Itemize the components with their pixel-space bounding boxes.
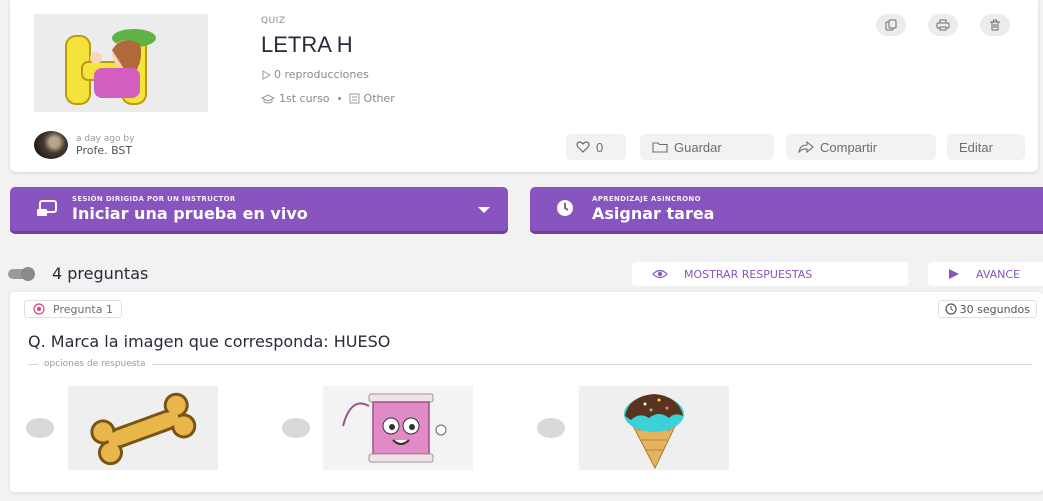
toggle-icon[interactable] <box>8 266 42 281</box>
question-card: Pregunta 1 30 segundos Q. Marca la image… <box>10 292 1043 492</box>
print-icon <box>936 19 950 31</box>
time-label: 30 segundos <box>959 302 1030 316</box>
quiz-cover-image <box>34 14 208 112</box>
share-label: Compartir <box>820 139 878 155</box>
live-session-icon <box>37 200 57 216</box>
quiz-meta: 1st curso Other <box>261 92 395 105</box>
advance-button[interactable]: AVANCE <box>928 262 1043 286</box>
option-image-ice-cream[interactable] <box>579 386 729 470</box>
async-sublabel: APRENDIZAJE ASINCRONO <box>592 195 701 203</box>
live-session-sublabel: SESIÓN DIRIGIDA POR UN INSTRUCTOR <box>72 195 236 203</box>
print-button[interactable] <box>928 14 958 36</box>
heart-icon <box>576 141 590 153</box>
plays-count-text: 0 reproducciones <box>274 68 369 81</box>
copy-button[interactable] <box>876 14 906 36</box>
like-count: 0 <box>596 139 604 155</box>
async-label: Asignar tarea <box>592 204 715 223</box>
clock-icon <box>945 303 957 315</box>
chevron-down-icon[interactable] <box>478 207 490 213</box>
meta-separator <box>337 97 341 100</box>
save-button[interactable]: Guardar <box>640 134 774 160</box>
questions-count-label: 4 preguntas <box>52 264 149 283</box>
graduation-cap-icon <box>261 93 275 103</box>
advance-label: AVANCE <box>976 267 1021 281</box>
subject-label: Other <box>363 92 395 105</box>
quiz-header-card: QUIZ LETRA H 0 reproducciones 1st curso … <box>10 0 1038 172</box>
trash-icon <box>990 19 1000 31</box>
save-label: Guardar <box>674 139 722 155</box>
option-radio-2[interactable] <box>282 418 310 438</box>
play-icon <box>949 269 959 279</box>
show-answers-button[interactable]: MOSTRAR RESPUESTAS <box>632 262 908 286</box>
author-name[interactable]: Profe. BST <box>76 144 134 157</box>
quiz-kind-label: QUIZ <box>261 16 286 26</box>
question-text: Q. Marca la imagen que corresponda: HUES… <box>28 332 391 351</box>
edit-button[interactable]: Editar <box>947 134 1025 160</box>
assign-homework-button[interactable]: APRENDIZAJE ASINCRONO Asignar tarea <box>530 187 1043 231</box>
live-session-label: Iniciar una prueba en vivo <box>72 204 308 223</box>
question-tag: Pregunta 1 <box>24 300 122 318</box>
avatar[interactable] <box>34 131 68 159</box>
plays-count: 0 reproducciones <box>261 68 369 81</box>
live-session-button[interactable]: SESIÓN DIRIGIDA POR UN INSTRUCTOR Inicia… <box>10 187 508 231</box>
like-button[interactable]: 0 <box>566 134 626 160</box>
option-radio-1[interactable] <box>26 418 54 438</box>
questions-count: 4 preguntas <box>8 264 148 283</box>
play-icon <box>262 69 271 80</box>
author-block: a day ago by Profe. BST <box>34 131 134 159</box>
target-icon <box>33 303 45 315</box>
show-answers-label: MOSTRAR RESPUESTAS <box>684 267 813 281</box>
eye-icon <box>652 269 668 279</box>
delete-button[interactable] <box>980 14 1010 36</box>
copy-icon <box>885 19 897 31</box>
folder-icon <box>652 142 668 153</box>
edit-label: Editar <box>959 139 993 155</box>
option-image-spool[interactable] <box>323 386 473 470</box>
option-image-bone[interactable] <box>68 386 218 470</box>
question-number: Pregunta 1 <box>53 302 113 316</box>
share-button[interactable]: Compartir <box>786 134 936 160</box>
author-time: a day ago by <box>76 133 135 144</box>
option-radio-3[interactable] <box>537 418 565 438</box>
quiz-title: LETRA H <box>261 32 353 57</box>
answer-options-divider: opciones de respuesta <box>28 358 1032 370</box>
time-badge: 30 segundos <box>937 300 1037 318</box>
share-icon <box>798 141 814 153</box>
clock-icon <box>557 200 573 216</box>
book-icon <box>349 93 360 104</box>
answer-options-label: opciones de respuesta <box>44 359 146 369</box>
grade-label: 1st curso <box>279 92 330 105</box>
